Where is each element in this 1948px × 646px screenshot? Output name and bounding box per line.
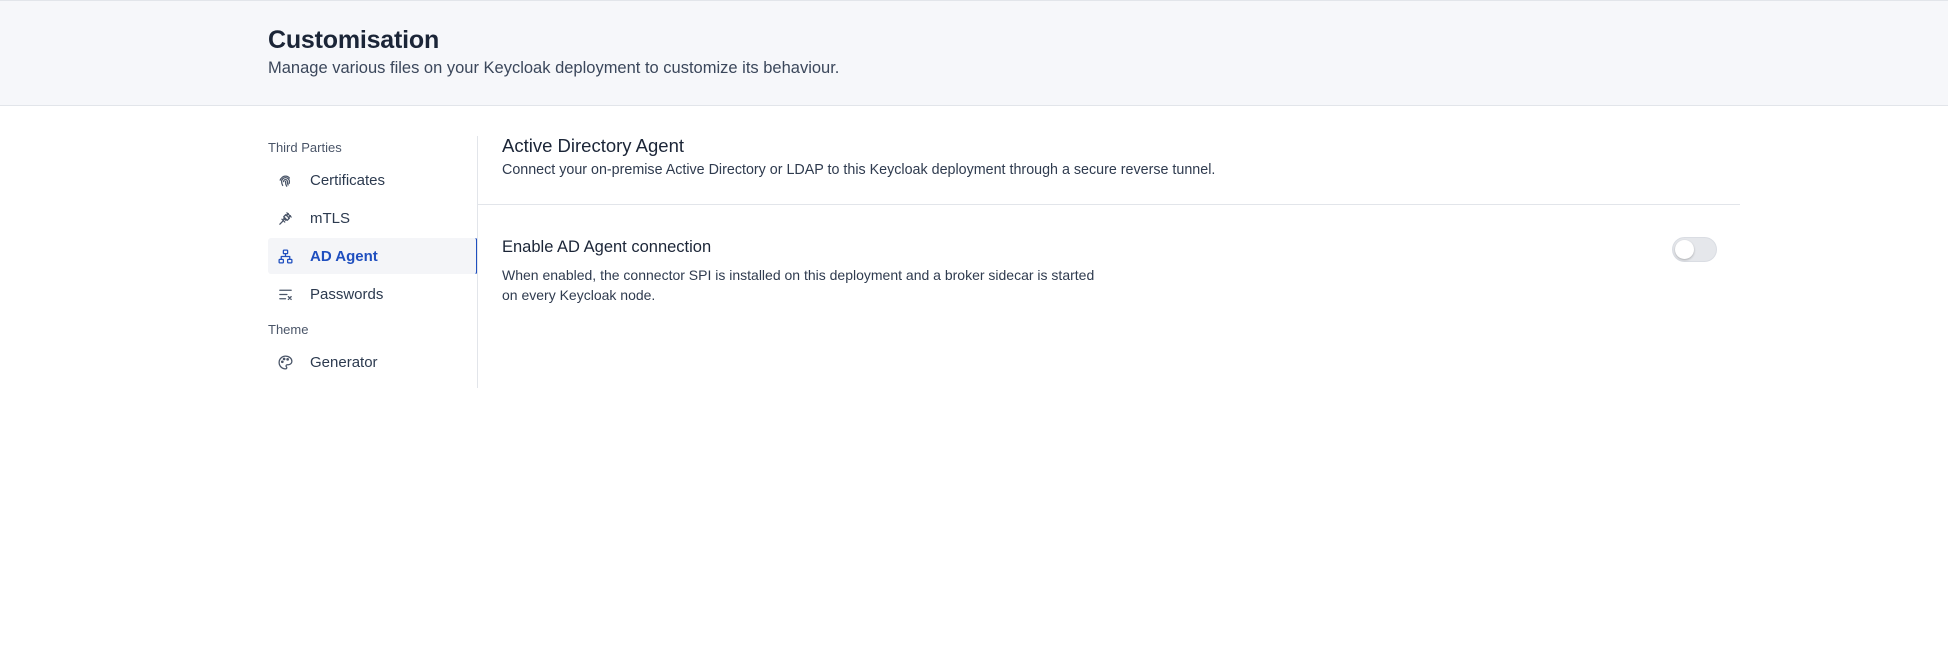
sidebar-item-passwords[interactable]: Passwords <box>268 276 478 312</box>
sidebar-item-mtls[interactable]: mTLS <box>268 200 478 236</box>
text-clear-icon <box>276 285 294 303</box>
sidebar-item-certificates[interactable]: Certificates <box>268 162 478 198</box>
sidebar-item-ad-agent[interactable]: AD Agent <box>268 238 478 274</box>
section-description: Connect your on-premise Active Directory… <box>502 162 1216 178</box>
setting-title: Enable AD Agent connection <box>502 238 712 256</box>
sidebar-nav: Third Parties Certificates mTLS AD Agent… <box>268 136 478 388</box>
enable-ad-agent-toggle[interactable] <box>1672 237 1717 262</box>
content-divider <box>478 204 1740 205</box>
sidebar-item-label: Generator <box>310 353 378 371</box>
fingerprint-icon <box>276 171 294 189</box>
palette-icon <box>276 353 294 371</box>
sidebar-item-label: mTLS <box>310 209 351 227</box>
setting-description: When enabled, the connector SPI is insta… <box>502 267 1095 303</box>
page-subtitle: Manage various files on your Keycloak de… <box>268 59 840 77</box>
plug-icon <box>276 209 294 227</box>
toggle-knob <box>1675 240 1694 259</box>
page-title: Customisation <box>268 26 440 54</box>
sidebar-item-label: Certificates <box>310 171 386 189</box>
section-title: Active Directory Agent <box>502 135 684 156</box>
sidebar-item-label: AD Agent <box>310 247 378 265</box>
sidebar-group-theme: Theme <box>268 322 309 337</box>
sidebar-divider <box>477 136 478 388</box>
sidebar-group-third-parties: Third Parties <box>268 140 342 155</box>
sidebar-item-label: Passwords <box>310 285 384 303</box>
network-icon <box>276 247 294 265</box>
page-header: Customisation Manage various files on yo… <box>0 0 1948 106</box>
sidebar-item-generator[interactable]: Generator <box>268 344 478 380</box>
